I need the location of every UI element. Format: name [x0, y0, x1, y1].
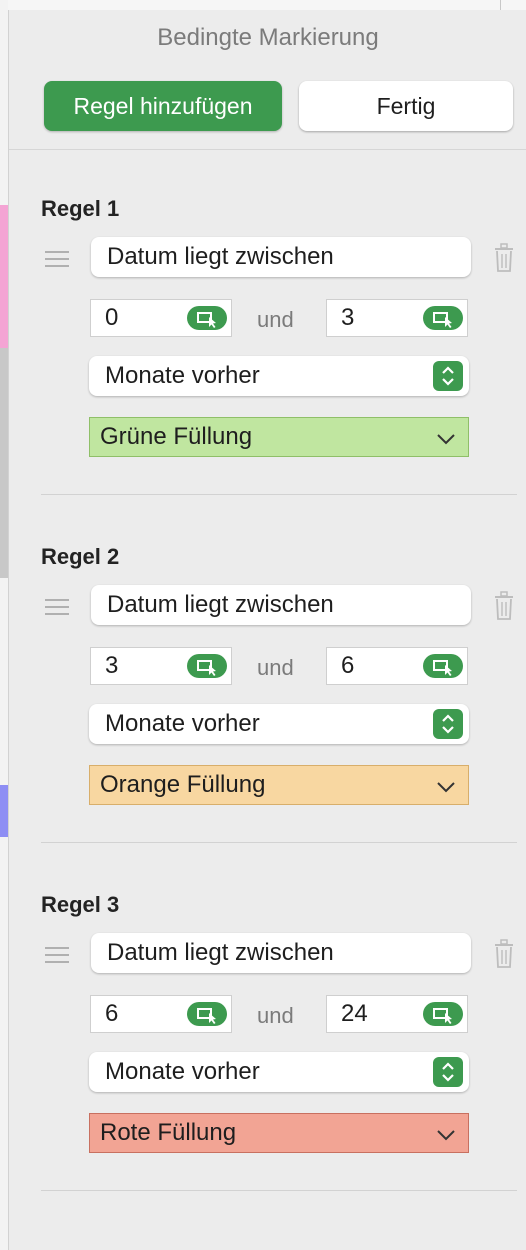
fill-style-select[interactable]: Grüne Füllung	[89, 417, 469, 457]
unit-label: Monate vorher	[105, 1058, 260, 1085]
connector-label: und	[257, 307, 294, 332]
cell-reference-icon[interactable]	[423, 1002, 463, 1026]
condition-select[interactable]: Datum liegt zwischen	[91, 585, 471, 625]
pink-cell	[0, 205, 8, 348]
cell-reference-icon[interactable]	[423, 654, 463, 678]
value-from-text: 3	[105, 652, 119, 679]
unit-label: Monate vorher	[105, 710, 260, 737]
panel-title: Bedingte Markierung	[157, 24, 379, 51]
fill-style-select[interactable]: Orange Füllung	[89, 765, 469, 805]
value-from-text: 0	[105, 304, 119, 331]
unit-select[interactable]: Monate vorher	[89, 704, 469, 744]
rule-divider	[41, 842, 517, 843]
rule-title: Regel 2	[41, 544, 120, 569]
trash-icon[interactable]	[493, 939, 515, 969]
cell-reference-icon[interactable]	[187, 306, 227, 330]
cell-reference-icon[interactable]	[187, 1002, 227, 1026]
rule-block-1: Regel 1 Datum liegt zwischen 0 und 3 Mon…	[9, 168, 526, 516]
rule-divider	[41, 494, 517, 495]
condition-select[interactable]: Datum liegt zwischen	[91, 237, 471, 277]
value-to-field[interactable]: 3	[326, 299, 468, 337]
chevron-down-icon	[436, 1124, 456, 1144]
trash-icon[interactable]	[493, 591, 515, 621]
done-button[interactable]: Fertig	[299, 81, 513, 131]
header-divider	[9, 149, 526, 150]
trash-icon[interactable]	[493, 243, 515, 273]
drag-handle-icon[interactable]	[45, 251, 69, 269]
fill-style-label: Rote Füllung	[100, 1119, 237, 1146]
value-to-field[interactable]: 6	[326, 647, 468, 685]
drag-handle-icon[interactable]	[45, 599, 69, 617]
cell-reference-icon[interactable]	[187, 654, 227, 678]
rule-block-2: Regel 2 Datum liegt zwischen 3 und 6 Mon…	[9, 516, 526, 864]
cell-reference-icon[interactable]	[423, 306, 463, 330]
fill-style-label: Orange Füllung	[100, 771, 266, 798]
connector-label: und	[257, 1003, 294, 1028]
value-from-field[interactable]: 3	[90, 647, 232, 685]
spreadsheet-background	[0, 0, 8, 1250]
fill-style-label: Grüne Füllung	[100, 423, 253, 450]
connector-label: und	[257, 655, 294, 680]
rule-block-3: Regel 3 Datum liegt zwischen 6 und 24 Mo…	[9, 864, 526, 1212]
rule-divider	[41, 1190, 517, 1191]
unit-select[interactable]: Monate vorher	[89, 356, 469, 396]
value-to-field[interactable]: 24	[326, 995, 468, 1033]
condition-select[interactable]: Datum liegt zwischen	[91, 933, 471, 973]
unit-label: Monate vorher	[105, 362, 260, 389]
unit-select[interactable]: Monate vorher	[89, 1052, 469, 1092]
value-to-text: 24	[341, 1000, 368, 1027]
rule-title: Regel 1	[41, 196, 120, 221]
up-down-stepper-icon[interactable]	[433, 1057, 463, 1087]
up-down-stepper-icon[interactable]	[433, 709, 463, 739]
chevron-down-icon	[436, 428, 456, 448]
blue-cell	[0, 785, 8, 837]
rule-title: Regel 3	[41, 892, 120, 917]
value-from-text: 6	[105, 1000, 119, 1027]
drag-handle-icon[interactable]	[45, 947, 69, 965]
value-to-text: 3	[341, 304, 355, 331]
value-from-field[interactable]: 6	[90, 995, 232, 1033]
value-from-field[interactable]: 0	[90, 299, 232, 337]
conditional-highlighting-panel: Bedingte Markierung Regel hinzufügen Fer…	[8, 10, 526, 1250]
add-rule-button[interactable]: Regel hinzufügen	[44, 81, 282, 131]
value-to-text: 6	[341, 652, 355, 679]
grey-cell	[0, 348, 8, 578]
up-down-stepper-icon[interactable]	[433, 361, 463, 391]
fill-style-select[interactable]: Rote Füllung	[89, 1113, 469, 1153]
chevron-down-icon	[436, 776, 456, 796]
